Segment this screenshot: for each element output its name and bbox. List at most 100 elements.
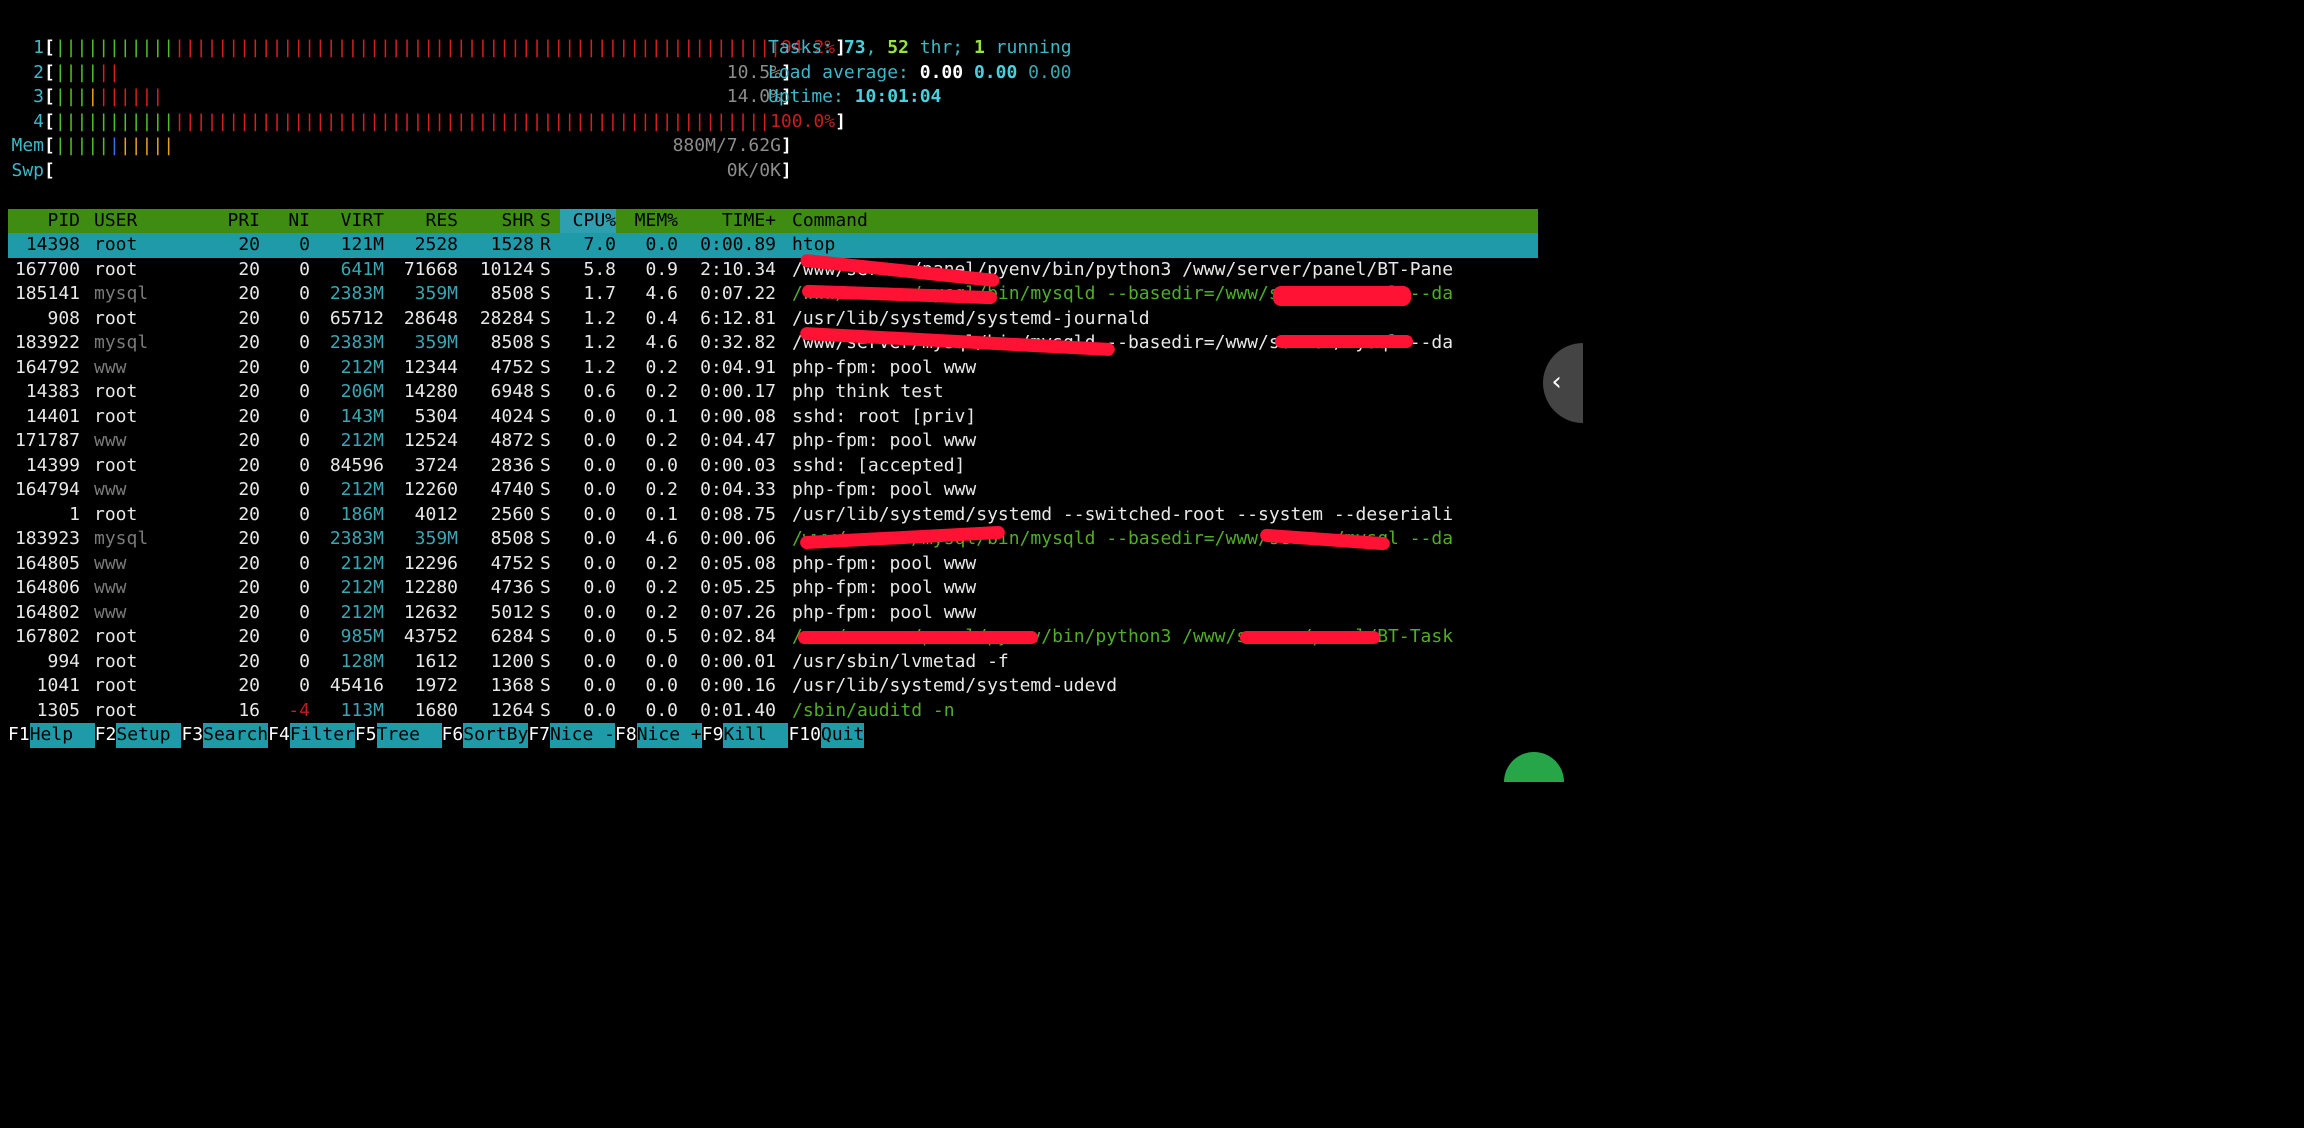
fkey-label-f8[interactable]: Nice + [636, 723, 702, 748]
cell-cmd: /usr/lib/systemd/systemd-udevd [792, 675, 1118, 696]
fkey-f1[interactable]: F1 [8, 724, 30, 745]
process-row[interactable]: 164806 www 20 0 212M 12280 4736 S 0.0 0.2 0:05.25 p… [8, 576, 1538, 601]
cell-ni: 0 [299, 307, 310, 329]
cell-virt: 2383M [329, 332, 384, 353]
process-row[interactable]: 994 root 20 0 128M 1612 1200 S 0.0 0.0 0:00.01/usr… [8, 650, 1538, 675]
process-row[interactable]: 14401 root 20 0 143M 5304 4024 S 0.0 0.1 0:00.08 ss… [8, 405, 1538, 430]
cpu-meter-2: 3[|||||||||| 14.0%] [8, 85, 792, 110]
cell-time: 0:00.89 [700, 234, 776, 255]
header-ni-col[interactable]: NI [264, 209, 310, 234]
header-command-col[interactable]: Command [792, 209, 868, 234]
cell-pri: 20 [238, 332, 260, 353]
header-shr-col[interactable]: SHR [464, 209, 534, 234]
cell-s: S [540, 699, 551, 721]
cell-ni: 0 [299, 332, 310, 353]
header-pid-col[interactable]: PID [8, 209, 80, 234]
header-time-col[interactable]: TIME+ [688, 209, 776, 234]
cell-virt: 985M [340, 626, 384, 647]
cell-s: S [540, 332, 551, 353]
process-row[interactable]: 1 root 20 0 186M 4012 2560 S 0.0 0.1 0:08.75/usr/l… [8, 503, 1538, 528]
process-row[interactable]: 164805 www 20 0 212M 12296 4752 S 0.0 0.2 0:05.08 p… [8, 552, 1538, 577]
process-row[interactable]: 171787 www 20 0 212M 12524 4872 S 0.0 0.2 0:04.47 p… [8, 429, 1538, 454]
cell-pid: 164794 [14, 479, 80, 500]
header-cpu-col[interactable]: CPU% [560, 209, 616, 234]
meter-label: 3 [33, 86, 44, 107]
cell-time: 0:04.47 [700, 430, 776, 451]
cell-pid: 14399 [25, 454, 80, 476]
cell-time: 0:32.82 [700, 332, 776, 353]
fkey-label-f10[interactable]: Quit [820, 723, 865, 748]
cell-pri: 20 [238, 601, 260, 623]
cell-mem: 0.2 [645, 381, 678, 402]
fkey-label-f2[interactable]: Setup [116, 723, 182, 748]
fkey-f3[interactable]: F3 [181, 724, 203, 745]
cell-virt: 206M [340, 381, 384, 402]
process-row[interactable]: 164792 www 20 0 212M 12344 4752 S 1.2 0.2 0:04.91 p… [8, 356, 1538, 381]
fkey-f7[interactable]: F7 [528, 724, 550, 745]
cell-cpu: 0.6 [583, 381, 616, 402]
header-pri-col[interactable]: PRI [204, 209, 260, 234]
cell-time: 0:01.40 [700, 699, 776, 721]
cell-cmd: /sbin/auditd -n [792, 699, 955, 721]
cell-s: S [540, 503, 551, 525]
corner-button[interactable] [1504, 752, 1564, 782]
cell-ni: 0 [299, 650, 310, 672]
cell-shr: 6284 [490, 626, 534, 647]
process-row[interactable]: 1041 root 20 0 45416 1972 1368 S 0.0 0.0 0:00.16/u… [8, 674, 1538, 699]
fkey-label-f1[interactable]: Help [29, 723, 95, 748]
cell-res: 3724 [414, 454, 458, 476]
fkey-label-f6[interactable]: SortBy [463, 723, 529, 748]
header-res-col[interactable]: RES [388, 209, 458, 234]
fkey-label-f4[interactable]: Filter [289, 723, 355, 748]
cell-s: S [540, 258, 551, 280]
fkey-f2[interactable]: F2 [95, 724, 117, 745]
cell-res: 12260 [403, 479, 458, 500]
redaction-mark [1273, 286, 1411, 306]
fkey-f9[interactable]: F9 [702, 724, 724, 745]
cell-ni: 0 [299, 258, 310, 280]
meter-bracket-open: [ [44, 135, 55, 156]
cell-cpu: 5.8 [583, 258, 616, 280]
meter-value: 0K/0K [726, 159, 781, 181]
cell-user: root [94, 454, 138, 476]
cell-virt: 121M [340, 234, 384, 255]
cell-mem: 0.0 [645, 699, 678, 721]
meter-label: 2 [33, 61, 44, 83]
fkey-f5[interactable]: F5 [355, 724, 377, 745]
process-row[interactable]: 164802 www 20 0 212M 12632 5012 S 0.0 0.2 0:07.26 p… [8, 601, 1538, 626]
side-panel-toggle[interactable]: ‹ [1543, 343, 1583, 423]
cell-virt: 212M [340, 479, 384, 500]
process-row[interactable]: 14383 root 20 0 206M 14280 6948 S 0.6 0.2 0:00.17 p… [8, 380, 1538, 405]
cell-time: 0:00.03 [700, 454, 776, 476]
cell-mem: 0.2 [645, 601, 678, 623]
header-virt-col[interactable]: VIRT [314, 209, 384, 234]
fkey-label-f3[interactable]: Search [203, 723, 269, 748]
fkey-f6[interactable]: F6 [442, 724, 464, 745]
process-row[interactable]: 14398 root 20 0 121M 2528 1528 R 7.0 0.0 0:00.89 ht… [8, 233, 1538, 258]
header-mem-col[interactable]: MEM% [620, 209, 678, 234]
fkey-label-f9[interactable]: Kill [723, 723, 789, 748]
process-row[interactable]: 1305 root 16 -4 113M 1680 1264 S 0.0 0.0 0:01.40/s… [8, 699, 1538, 724]
cell-user: root [94, 675, 138, 696]
cell-pri: 20 [238, 430, 260, 451]
process-row[interactable]: 164794 www 20 0 212M 12260 4740 S 0.0 0.2 0:04.33 p… [8, 478, 1538, 503]
fkey-f4[interactable]: F4 [268, 724, 290, 745]
fkey-f10[interactable]: F10 [788, 724, 821, 745]
cell-shr: 4872 [490, 430, 534, 451]
process-row[interactable]: 14399 root 20 0 84596 3724 2836 S 0.0 0.0 0:00.03 s… [8, 454, 1538, 479]
process-row[interactable]: 167700 root 20 0 641M 71668 10124 S 5.8 0.9 2:10.3… [8, 258, 1538, 283]
meter-bracket-open: [ [44, 61, 55, 83]
process-row[interactable]: 908 root 20 0 65712 28648 28284 S 1.2 0.4 6:12.81 /… [8, 307, 1538, 332]
cell-shr: 4024 [490, 405, 534, 427]
cell-pid: 183923 [14, 528, 80, 549]
column-header[interactable]: PID USER PRI NI VIRT RES SHR S CPU% MEM% TIME+ Comm… [8, 209, 1538, 234]
fkey-label-f5[interactable]: Tree [376, 723, 442, 748]
cell-ni: 0 [299, 283, 310, 304]
cell-res: 28648 [403, 307, 458, 329]
fkey-f8[interactable]: F8 [615, 724, 637, 745]
cell-cpu: 1.2 [583, 307, 616, 329]
header-user-col[interactable]: USER [94, 209, 137, 234]
cell-user: mysql [94, 528, 149, 549]
fkey-label-f7[interactable]: Nice - [550, 723, 616, 748]
header-s-col[interactable]: S [540, 209, 551, 234]
